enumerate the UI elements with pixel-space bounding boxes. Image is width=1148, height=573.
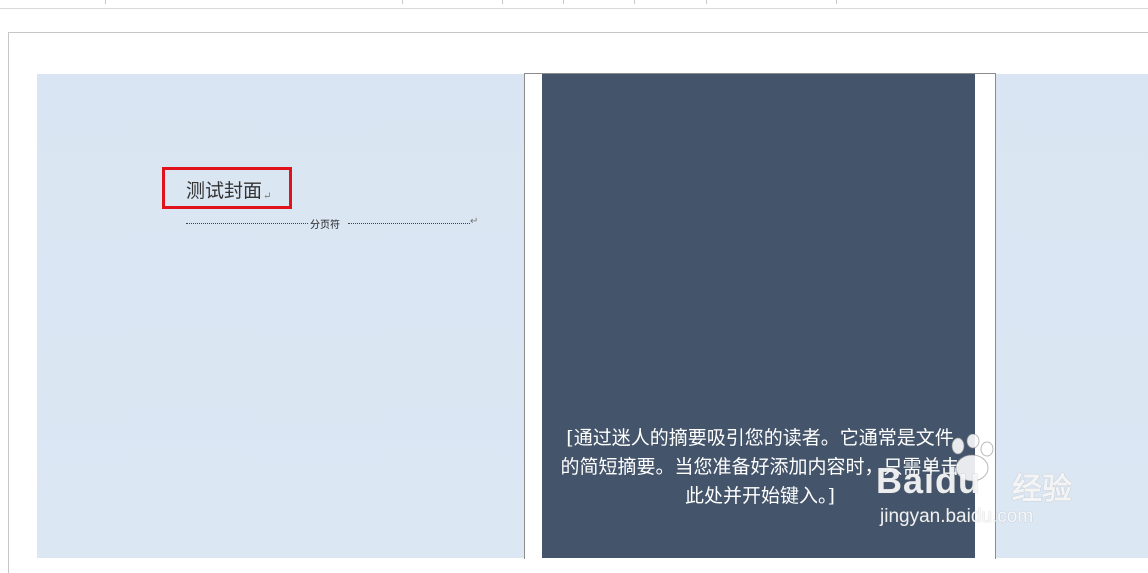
- page-break-dotted-line: [186, 223, 308, 224]
- annotation-highlight-box: [162, 167, 292, 209]
- ribbon-separator: [634, 0, 635, 4]
- ribbon-separator: [402, 0, 403, 4]
- ribbon-bottom-edge: [0, 0, 1148, 9]
- page-break-label: 分页符: [310, 220, 340, 231]
- page-break-dotted-line: [348, 223, 470, 224]
- ribbon-separator: [836, 0, 837, 4]
- paragraph-mark-icon: ↵: [470, 216, 479, 227]
- ribbon-separator: [105, 0, 106, 4]
- ribbon-separator: [706, 0, 707, 4]
- cover-abstract-placeholder[interactable]: [通过迷人的摘要吸引您的读者。它通常是文件的简短摘要。当您准备好添加内容时，只需…: [560, 424, 960, 511]
- ribbon-separator: [563, 0, 564, 4]
- page-break-marker[interactable]: 分页符 ↵: [186, 216, 479, 231]
- ribbon-separator: [502, 0, 503, 4]
